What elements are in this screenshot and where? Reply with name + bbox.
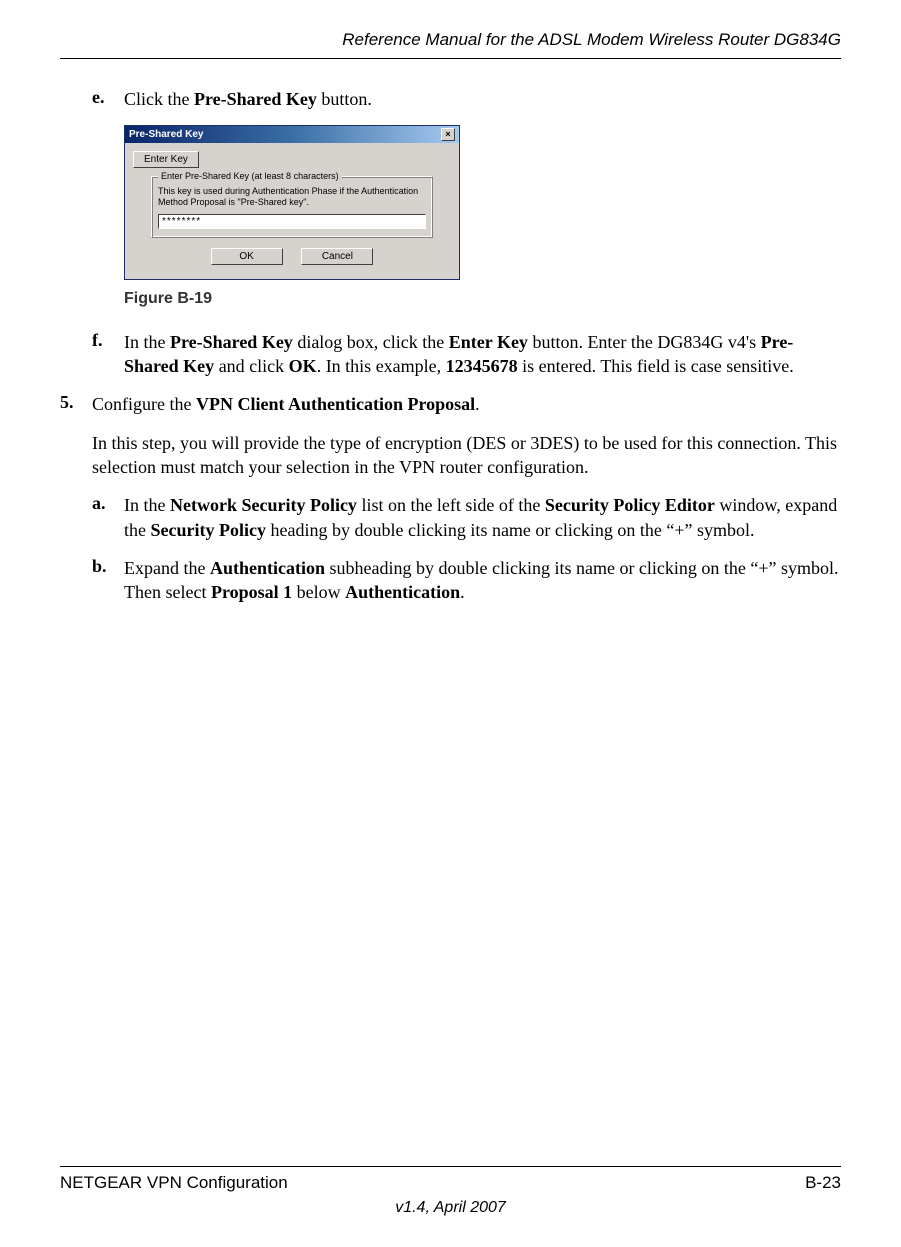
page-footer: NETGEAR VPN Configuration B-23 v1.4, Apr…: [60, 1166, 841, 1217]
step-5-paragraph: In this step, you will provide the type …: [92, 431, 841, 480]
step-5: 5. Configure the VPN Client Authenticati…: [60, 392, 841, 416]
step-f: f. In the Pre-Shared Key dialog box, cli…: [92, 330, 841, 379]
tb: Pre-Shared Key: [170, 332, 293, 352]
step-f-marker: f.: [92, 330, 124, 379]
tb: Proposal 1: [211, 582, 292, 602]
close-icon[interactable]: ×: [441, 128, 455, 141]
dialog-title: Pre-Shared Key: [129, 129, 203, 140]
groupbox-label: Enter Pre-Shared Key (at least 8 charact…: [158, 171, 342, 181]
page-number: B-23: [805, 1173, 841, 1193]
groupbox: Enter Pre-Shared Key (at least 8 charact…: [151, 176, 433, 238]
tb: Authentication: [210, 558, 325, 578]
t: and click: [214, 356, 288, 376]
text: button.: [317, 89, 372, 109]
tb: Enter Key: [449, 332, 528, 352]
tb: Security Policy Editor: [545, 495, 715, 515]
footer-section-title: NETGEAR VPN Configuration: [60, 1173, 288, 1193]
tb: 12345678: [446, 356, 518, 376]
cancel-button[interactable]: Cancel: [301, 248, 373, 265]
step-b-marker: b.: [92, 556, 124, 605]
tb: Network Security Policy: [170, 495, 357, 515]
tb: Authentication: [345, 582, 460, 602]
groupbox-text: This key is used during Authentication P…: [158, 186, 426, 208]
step-5-marker: 5.: [60, 392, 92, 416]
step-a-body: In the Network Security Policy list on t…: [124, 493, 841, 542]
t: Configure the: [92, 394, 196, 414]
step-e: e. Click the Pre-Shared Key button.: [92, 87, 841, 111]
step-b: b. Expand the Authentication subheading …: [92, 556, 841, 605]
step-f-body: In the Pre-Shared Key dialog box, click …: [124, 330, 841, 379]
step-e-marker: e.: [92, 87, 124, 111]
t: dialog box, click the: [293, 332, 449, 352]
footer-rule: [60, 1166, 841, 1167]
t: In the: [124, 332, 170, 352]
dialog-body: Enter Key Enter Pre-Shared Key (at least…: [125, 143, 459, 279]
dialog-titlebar: Pre-Shared Key ×: [125, 126, 459, 143]
t: In the: [124, 495, 170, 515]
t: is entered. This field is case sensitive…: [518, 356, 794, 376]
step-b-body: Expand the Authentication subheading by …: [124, 556, 841, 605]
text-bold: Pre-Shared Key: [194, 89, 317, 109]
ok-button[interactable]: OK: [211, 248, 283, 265]
text: Click the: [124, 89, 194, 109]
figure-b19-image: Pre-Shared Key × Enter Key Enter Pre-Sha…: [124, 125, 841, 280]
preshared-key-input[interactable]: [158, 214, 426, 229]
step-a-marker: a.: [92, 493, 124, 542]
enter-key-button[interactable]: Enter Key: [133, 151, 199, 168]
tb: Security Policy: [151, 520, 266, 540]
figure-caption: Figure B-19: [124, 290, 841, 308]
t: button. Enter the DG834G v4's: [528, 332, 761, 352]
preshared-key-dialog: Pre-Shared Key × Enter Key Enter Pre-Sha…: [124, 125, 460, 280]
t: below: [292, 582, 345, 602]
t: . In this example,: [317, 356, 446, 376]
step-e-body: Click the Pre-Shared Key button.: [124, 87, 841, 111]
dialog-button-row: OK Cancel: [133, 248, 451, 265]
t: list on the left side of the: [357, 495, 545, 515]
t: Expand the: [124, 558, 210, 578]
t: .: [475, 394, 480, 414]
tb: VPN Client Authentication Proposal: [196, 394, 475, 414]
tb: OK: [289, 356, 317, 376]
t: .: [460, 582, 465, 602]
footer-version: v1.4, April 2007: [60, 1199, 841, 1217]
running-header: Reference Manual for the ADSL Modem Wire…: [60, 30, 841, 59]
step-5-body: Configure the VPN Client Authentication …: [92, 392, 841, 416]
t: heading by double clicking its name or c…: [266, 520, 755, 540]
step-a: a. In the Network Security Policy list o…: [92, 493, 841, 542]
